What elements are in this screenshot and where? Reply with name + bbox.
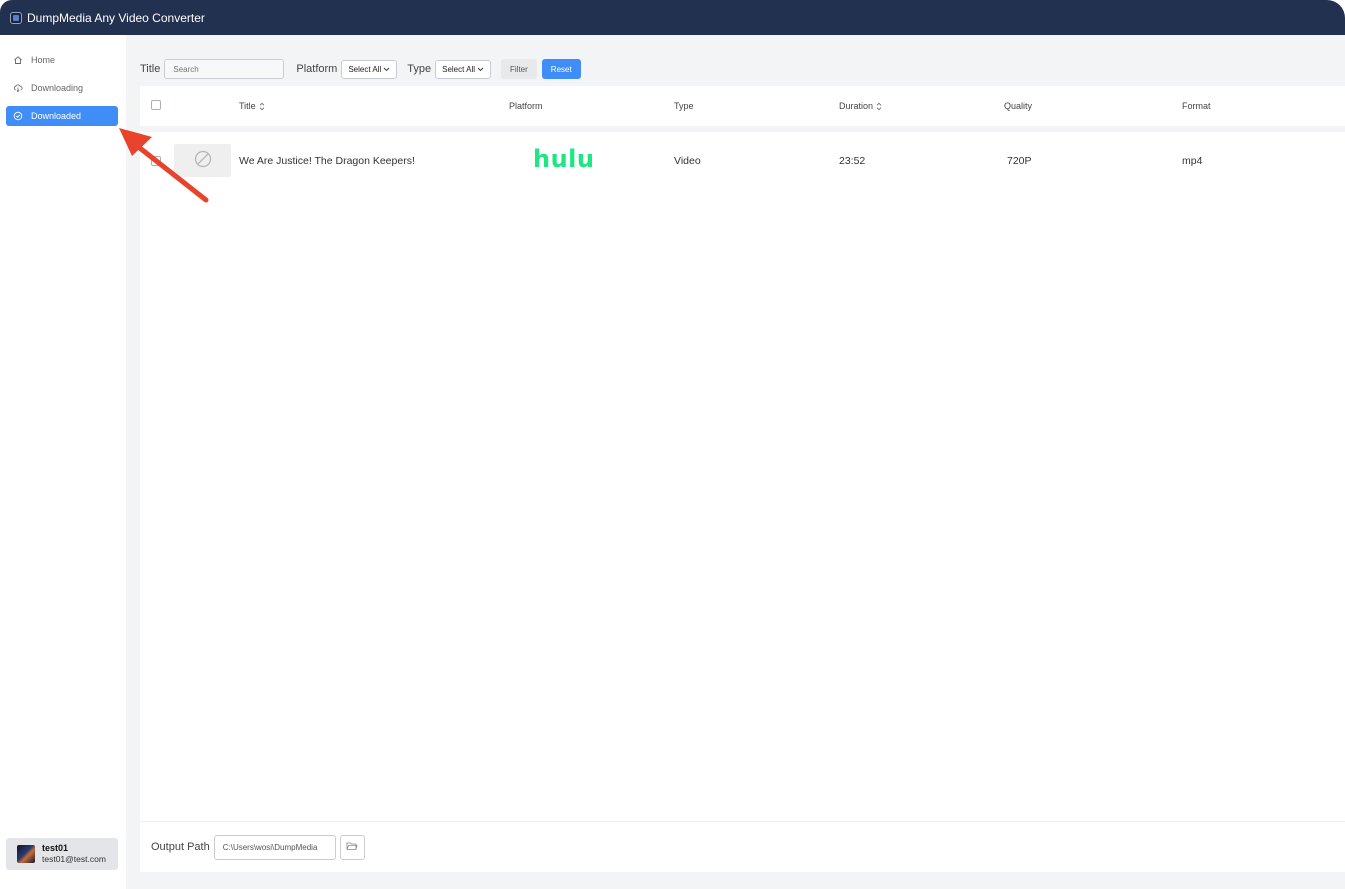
app-window: DumpMedia Any Video Converter Home Downl… [0,0,1345,889]
search-input[interactable] [164,59,285,79]
browse-folder-button[interactable] [339,834,365,860]
home-icon [13,55,23,65]
no-image-icon [194,150,212,171]
sidebar-item-home[interactable]: Home [6,50,118,70]
video-thumbnail [174,144,231,177]
user-email: test01@test.com [42,854,106,864]
user-card[interactable]: test01 test01@test.com [6,838,118,870]
type-select[interactable]: Select All [435,59,492,79]
chevron-down-icon [477,67,484,72]
hulu-logo: hulu [533,145,595,173]
platform-select-value: Select All [348,64,382,74]
row-checkbox[interactable] [151,156,161,166]
row-duration: 23:52 [839,155,866,167]
row-format: mp4 [1182,155,1203,167]
column-header-platform: Platform [509,101,543,111]
user-name: test01 [42,843,69,853]
app-title: DumpMedia Any Video Converter [27,10,205,25]
app-logo-icon [10,11,22,24]
sidebar-item-downloaded[interactable]: Downloaded [6,106,118,126]
filter-bar: Title Platform Select All Type Select Al… [140,59,586,79]
column-header-title[interactable]: Title [239,101,265,111]
column-header-quality: Quality [1004,101,1033,111]
table-row[interactable]: We Are Justice! The Dragon Keepers! hulu… [140,144,1345,180]
column-header-duration[interactable]: Duration [839,101,882,111]
output-path-label: Output Path [151,841,210,853]
sidebar-item-label: Home [31,55,56,65]
output-path-input[interactable] [213,834,336,860]
avatar [17,845,35,863]
cloud-download-icon [13,83,23,93]
column-header-format: Format [1182,101,1211,111]
platform-filter-label: Platform [296,63,338,75]
sidebar-item-downloading[interactable]: Downloading [6,78,118,98]
select-all-checkbox[interactable] [151,100,161,110]
downloaded-table: Title Platform Type Duration Quality For… [140,86,1345,821]
check-circle-icon [13,111,23,121]
title-bar: DumpMedia Any Video Converter [0,0,1345,35]
title-filter-label: Title [140,63,161,75]
column-header-type: Type [674,101,694,111]
sidebar-item-label: Downloading [31,83,84,93]
type-select-value: Select All [442,64,476,74]
type-filter-label: Type [407,63,432,75]
chevron-down-icon [383,67,390,72]
platform-select[interactable]: Select All [341,59,398,79]
reset-button[interactable]: Reset [541,59,581,79]
row-quality: 720P [1007,155,1032,167]
sort-icon [876,102,882,111]
main-content: Title Platform Select All Type Select Al… [140,35,1345,889]
row-title: We Are Justice! The Dragon Keepers! [239,155,415,167]
sort-icon [259,102,265,111]
sidebar-item-label: Downloaded [31,111,82,121]
sidebar: Home Downloading Downloaded test01 test0… [0,35,126,889]
filter-button[interactable]: Filter [501,59,537,79]
row-type: Video [674,155,701,167]
footer-bar: Output Path [140,821,1345,872]
folder-open-icon [346,841,358,854]
table-header: Title Platform Type Duration Quality For… [140,86,1345,132]
